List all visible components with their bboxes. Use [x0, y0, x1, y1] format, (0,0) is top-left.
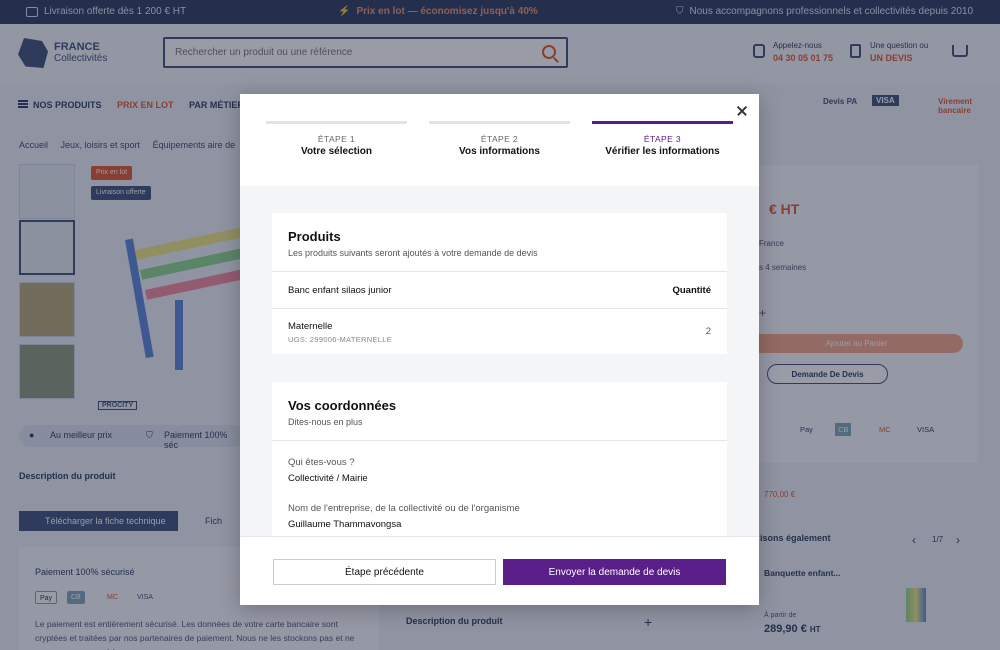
product-variant-row: Maternelle UGS: 299006-MATERNELLE 2 [272, 308, 727, 354]
step-number: ÉTAPE 3 [643, 134, 682, 144]
contact-fields: Qui êtes-vous ? Collectivité / Mairie No… [272, 440, 727, 536]
step-1: ÉTAPE 1 Votre sélection [266, 121, 407, 161]
organization-label: Nom de l'entreprise, de la collectivité … [288, 503, 520, 514]
products-header-row: Banc enfant silaos junior Quantité [272, 271, 727, 308]
step-3: ÉTAPE 3 Vérifier les informations [592, 121, 733, 161]
modal-scroll-area[interactable]: Produits Les produits suivants seront aj… [240, 186, 759, 536]
variant-quantity: 2 [705, 326, 711, 337]
step-label: Votre sélection [301, 146, 372, 157]
variant-name: Maternelle [288, 321, 333, 332]
who-value: Collectivité / Mairie [288, 473, 368, 484]
step-number: ÉTAPE 1 [317, 134, 356, 144]
products-subtitle: Les produits suivants seront ajoutés à v… [288, 248, 538, 258]
products-title: Produits [288, 229, 341, 244]
quantity-header: Quantité [672, 285, 711, 296]
send-quote-button[interactable]: Envoyer la demande de devis [503, 559, 726, 585]
who-label: Qui êtes-vous ? [288, 457, 355, 468]
contact-subtitle: Dites-nous en plus [288, 417, 363, 427]
modal-footer: Étape précédente Envoyer la demande de d… [240, 536, 759, 605]
contact-title: Vos coordonnées [288, 398, 397, 413]
variant-sku: UGS: 299006-MATERNELLE [288, 335, 393, 344]
step-2: ÉTAPE 2 Vos informations [429, 121, 570, 161]
close-icon[interactable] [733, 102, 751, 120]
organization-value: Guillaume Thammavongsa [288, 519, 402, 530]
progress-stepper: ÉTAPE 1 Votre sélection ÉTAPE 2 Vos info… [266, 121, 733, 161]
step-number: ÉTAPE 2 [480, 134, 519, 144]
quote-request-modal: ÉTAPE 1 Votre sélection ÉTAPE 2 Vos info… [240, 94, 759, 605]
contact-card: Vos coordonnées Dites-nous en plus Qui ê… [272, 382, 727, 536]
step-label: Vérifier les informations [605, 146, 720, 157]
previous-step-button[interactable]: Étape précédente [273, 559, 496, 585]
products-card: Produits Les produits suivants seront aj… [272, 213, 727, 354]
step-label: Vos informations [459, 146, 540, 157]
product-name: Banc enfant silaos junior [288, 285, 392, 296]
